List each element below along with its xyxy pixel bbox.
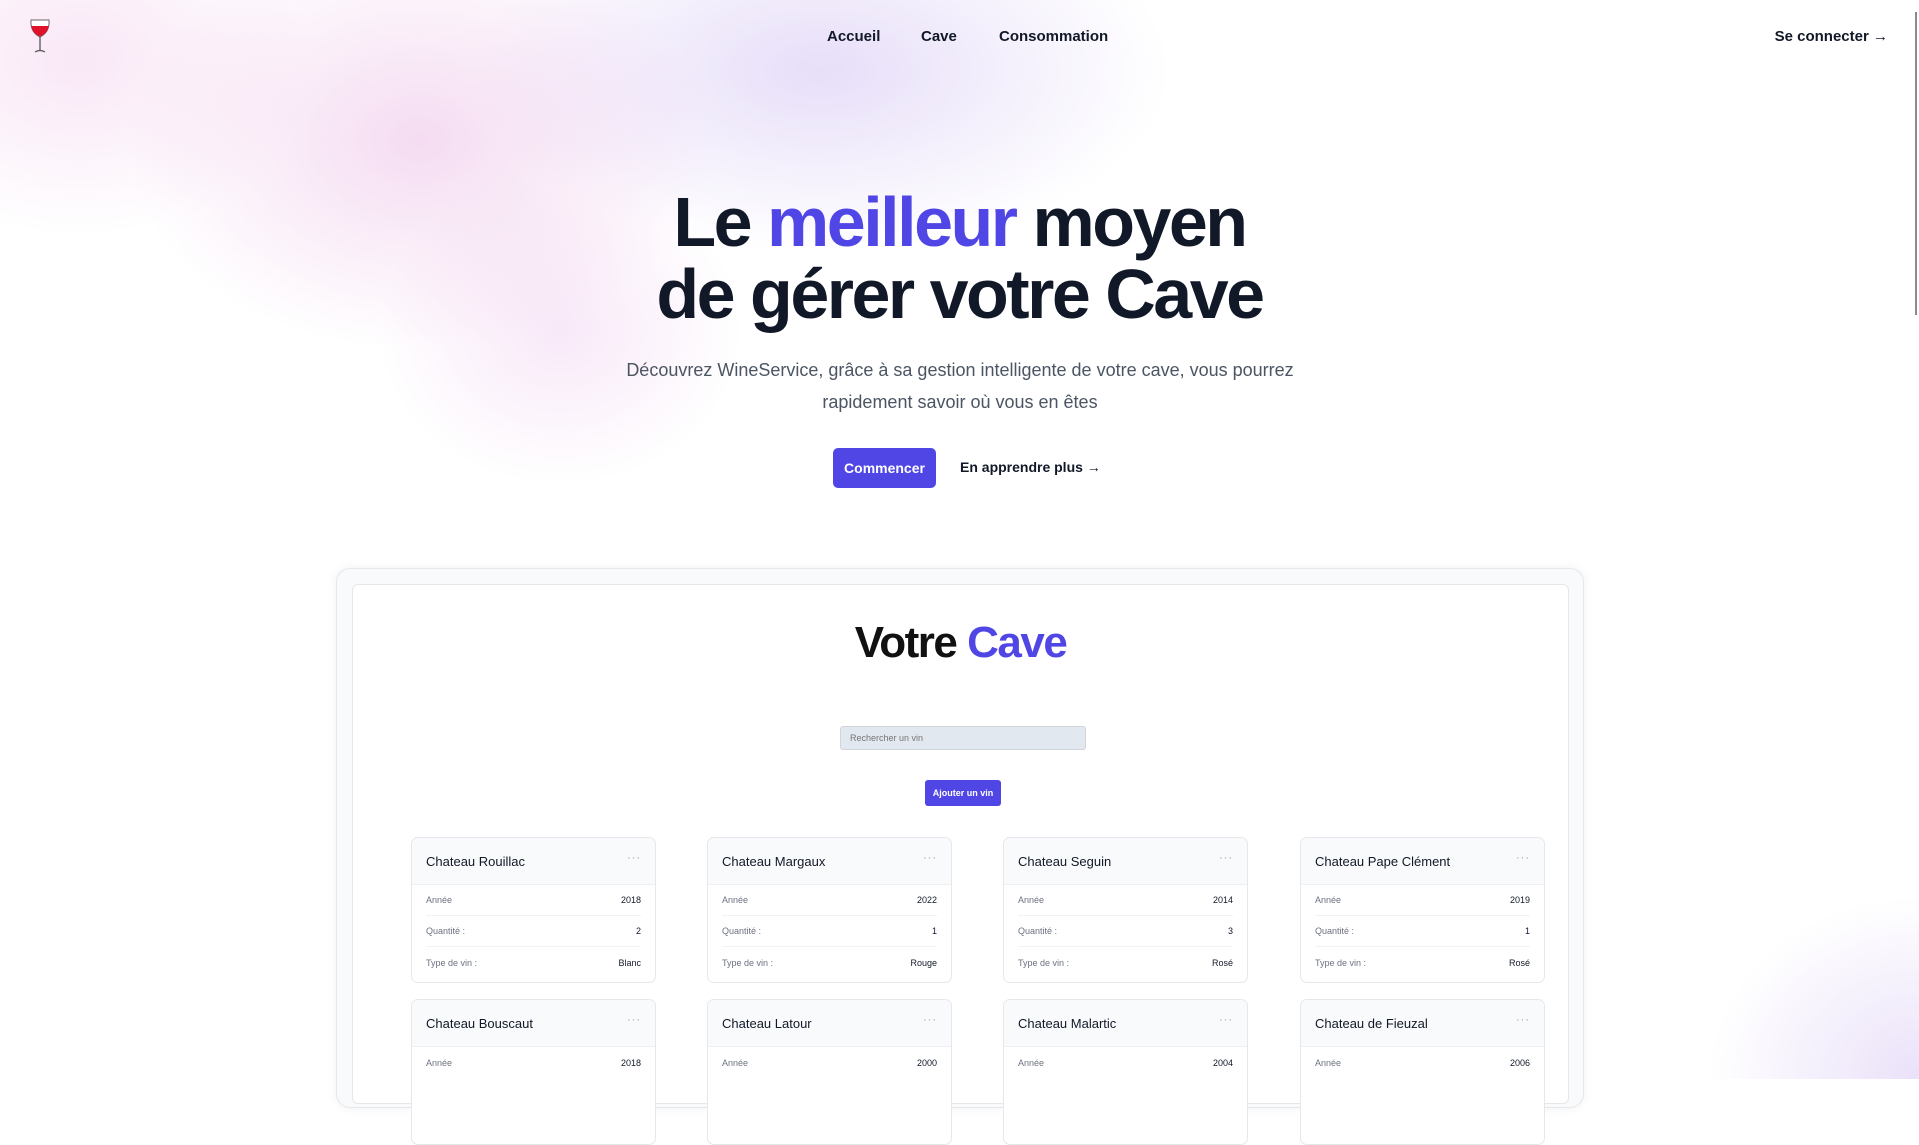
nav-cave[interactable]: Cave (921, 28, 957, 45)
wine-row-year: Année 2018 (426, 1047, 641, 1078)
search-wine-input[interactable] (840, 726, 1086, 750)
title-line2: de gérer votre Cave (656, 255, 1262, 333)
row-value: 2014 (1213, 895, 1233, 905)
wine-card[interactable]: Chateau de Fieuzal ··· Année 2006 (1300, 999, 1545, 1145)
wine-name: Chateau Bouscaut (426, 1016, 533, 1031)
row-label: Type de vin : (1315, 958, 1366, 968)
wine-card-header: Chateau de Fieuzal ··· (1301, 1000, 1544, 1047)
row-value: 1 (932, 926, 937, 936)
row-label: Année (426, 895, 452, 905)
wine-card-header: Chateau Latour ··· (708, 1000, 951, 1047)
more-options-icon[interactable]: ··· (923, 852, 937, 864)
row-value: 2018 (621, 895, 641, 905)
wine-glass-logo-icon[interactable] (28, 18, 52, 54)
row-label: Année (1018, 1058, 1044, 1068)
row-label: Type de vin : (426, 958, 477, 968)
wine-name: Chateau Rouillac (426, 854, 525, 869)
wine-card[interactable]: Chateau Seguin ··· Année 2014 Quantité : 3 Typ… (1003, 837, 1248, 983)
row-label: Quantité : (722, 926, 761, 936)
top-nav: Accueil Cave Consommation Se connecter → (0, 0, 1919, 74)
row-value: Rosé (1509, 958, 1530, 968)
cave-title-pre: Votre (855, 618, 967, 667)
more-options-icon[interactable]: ··· (1219, 1014, 1233, 1026)
more-options-icon[interactable]: ··· (627, 1014, 641, 1026)
wine-row-type: Type de vin : Rosé (1315, 947, 1530, 978)
cave-title-accent: Cave (967, 618, 1066, 667)
row-label: Année (1018, 895, 1044, 905)
more-options-icon[interactable]: ··· (1516, 1014, 1530, 1026)
wine-name: Chateau de Fieuzal (1315, 1016, 1428, 1031)
title-post: moyen (1016, 183, 1246, 261)
row-value: Blanc (618, 958, 641, 968)
wine-card[interactable]: Chateau Malartic ··· Année 2004 (1003, 999, 1248, 1145)
more-options-icon[interactable]: ··· (1516, 852, 1530, 864)
row-label: Type de vin : (722, 958, 773, 968)
login-link[interactable]: Se connecter → (1775, 28, 1888, 45)
wine-card-header: Chateau Rouillac ··· (412, 838, 655, 885)
wine-card-header: Chateau Seguin ··· (1004, 838, 1247, 885)
wine-row-year: Année 2022 (722, 885, 937, 916)
wine-row-year: Année 2006 (1315, 1047, 1530, 1078)
row-label: Année (1315, 1058, 1341, 1068)
row-label: Année (722, 1058, 748, 1068)
row-label: Quantité : (1018, 926, 1057, 936)
start-button[interactable]: Commencer (833, 448, 936, 488)
wine-card-header: Chateau Margaux ··· (708, 838, 951, 885)
wine-row-qty: Quantité : 2 (426, 916, 641, 947)
wine-row-year: Année 2004 (1018, 1047, 1233, 1078)
wine-name: Chateau Pape Clément (1315, 854, 1450, 869)
row-value: 2004 (1213, 1058, 1233, 1068)
wine-row-qty: Quantité : 1 (722, 916, 937, 947)
row-value: 2022 (917, 895, 937, 905)
add-wine-button[interactable]: Ajouter un vin (925, 780, 1001, 806)
row-label: Année (426, 1058, 452, 1068)
wine-row-type: Type de vin : Rouge (722, 947, 937, 978)
cave-title: Votre Cave (352, 618, 1569, 668)
row-value: Rosé (1212, 958, 1233, 968)
wine-card[interactable]: Chateau Rouillac ··· Année 2018 Quantité : 2 T… (411, 837, 656, 983)
hero-subtitle: Découvrez WineService, grâce à sa gestio… (620, 354, 1300, 418)
wine-card[interactable]: Chateau Latour ··· Année 2000 (707, 999, 952, 1145)
wine-card-header: Chateau Malartic ··· (1004, 1000, 1247, 1047)
row-value: 2000 (917, 1058, 937, 1068)
row-value: Rouge (910, 958, 937, 968)
nav-consommation[interactable]: Consommation (999, 28, 1108, 45)
wine-card[interactable]: Chateau Margaux ··· Année 2022 Quantité : 1 Ty… (707, 837, 952, 983)
hero-title: Le meilleur moyende gérer votre Cave (0, 186, 1919, 330)
more-options-icon[interactable]: ··· (923, 1014, 937, 1026)
learn-more-link[interactable]: En apprendre plus → (960, 459, 1101, 475)
wine-name: Chateau Seguin (1018, 854, 1111, 869)
title-accent: meilleur (767, 183, 1015, 261)
wine-name: Chateau Margaux (722, 854, 825, 869)
wine-row-qty: Quantité : 3 (1018, 916, 1233, 947)
nav-accueil[interactable]: Accueil (827, 28, 880, 45)
row-label: Quantité : (1315, 926, 1354, 936)
row-label: Type de vin : (1018, 958, 1069, 968)
row-value: 2018 (621, 1058, 641, 1068)
wine-row-type: Type de vin : Blanc (426, 947, 641, 978)
row-label: Année (1315, 895, 1341, 905)
row-value: 3 (1228, 926, 1233, 936)
wine-name: Chateau Malartic (1018, 1016, 1116, 1031)
wine-row-type: Type de vin : Rosé (1018, 947, 1233, 978)
more-options-icon[interactable]: ··· (627, 852, 641, 864)
wine-row-year: Année 2018 (426, 885, 641, 916)
row-label: Année (722, 895, 748, 905)
row-value: 2006 (1510, 1058, 1530, 1068)
wine-card[interactable]: Chateau Bouscaut ··· Année 2018 (411, 999, 656, 1145)
wine-card-header: Chateau Pape Clément ··· (1301, 838, 1544, 885)
row-label: Quantité : (426, 926, 465, 936)
row-value: 1 (1525, 926, 1530, 936)
row-value: 2 (636, 926, 641, 936)
wine-row-year: Année 2000 (722, 1047, 937, 1078)
wine-card-header: Chateau Bouscaut ··· (412, 1000, 655, 1047)
wine-row-year: Année 2019 (1315, 885, 1530, 916)
title-pre: Le (673, 183, 767, 261)
more-options-icon[interactable]: ··· (1219, 852, 1233, 864)
wine-card[interactable]: Chateau Pape Clément ··· Année 2019 Quantité… (1300, 837, 1545, 983)
row-value: 2019 (1510, 895, 1530, 905)
wine-name: Chateau Latour (722, 1016, 812, 1031)
wine-row-qty: Quantité : 1 (1315, 916, 1530, 947)
wine-row-year: Année 2014 (1018, 885, 1233, 916)
